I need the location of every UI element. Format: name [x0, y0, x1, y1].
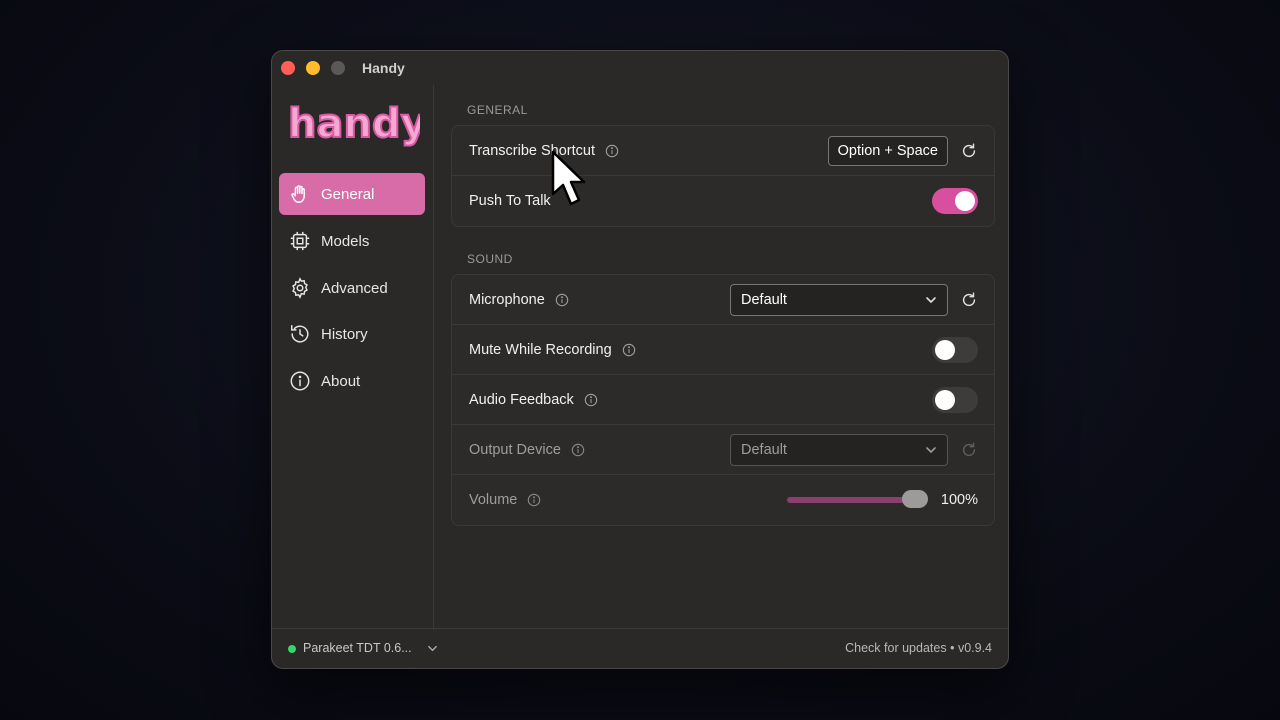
window-title: Handy: [362, 60, 405, 76]
audio-feedback-control: [932, 375, 978, 425]
setting-row-volume: Volume 100%: [452, 475, 994, 525]
microphone-select[interactable]: Default: [730, 284, 948, 316]
setting-row-transcribe-shortcut: Transcribe Shortcut Option + Space: [452, 126, 994, 176]
select-value: Default: [741, 292, 787, 308]
chevron-down-icon: [926, 297, 936, 304]
info-icon[interactable]: [584, 393, 598, 407]
audio-feedback-toggle[interactable]: [932, 387, 978, 413]
mute-while-recording-toggle[interactable]: [932, 337, 978, 363]
section-label-sound: SOUND: [467, 252, 513, 266]
footer-right: Check for updates • v0.9.4: [845, 641, 992, 655]
section-label-general: GENERAL: [467, 103, 528, 117]
select-value: Default: [741, 442, 787, 458]
output-device-select[interactable]: Default: [730, 434, 948, 466]
volume-slider[interactable]: [786, 490, 928, 508]
footer-separator: •: [950, 641, 955, 655]
setting-row-mute-while-recording: Mute While Recording: [452, 325, 994, 375]
setting-label: Output Device: [469, 441, 561, 458]
general-settings-card: Transcribe Shortcut Option + Space Push …: [451, 125, 995, 227]
push-to-talk-toggle[interactable]: [932, 188, 978, 214]
output-device-control: Default: [730, 425, 978, 475]
sidebar-item-label: Advanced: [321, 279, 388, 297]
setting-label: Volume: [469, 492, 518, 508]
gear-icon: [292, 277, 308, 299]
sidebar-item-advanced[interactable]: Advanced: [279, 267, 425, 309]
status-footer: Parakeet TDT 0.6... Check for updates • …: [272, 628, 1008, 668]
hand-icon: [291, 185, 305, 203]
app-logo: handy: [286, 99, 428, 149]
info-icon[interactable]: [605, 144, 619, 158]
reset-icon[interactable]: [960, 291, 978, 309]
shortcut-control: Option + Space: [827, 126, 978, 176]
setting-label: Mute While Recording: [469, 341, 612, 358]
volume-control: 100%: [786, 475, 978, 525]
svg-text:handy: handy: [288, 101, 420, 147]
microphone-control: Default: [730, 275, 978, 325]
setting-label: Microphone: [469, 291, 545, 308]
mute-while-recording-control: [932, 325, 978, 375]
setting-label: Push To Talk: [469, 193, 551, 209]
toggle-knob: [935, 390, 955, 410]
sound-settings-card: Microphone Default Mute While Recording: [451, 274, 995, 526]
chip-icon: [290, 231, 310, 251]
sidebar-item-about[interactable]: About: [279, 360, 425, 402]
setting-label: Audio Feedback: [469, 391, 574, 408]
close-window-button[interactable]: [281, 61, 295, 75]
sidebar-item-label: History: [321, 325, 368, 343]
app-window: Handy handy General Models Advanced Hist…: [271, 50, 1009, 669]
setting-row-audio-feedback: Audio Feedback: [452, 375, 994, 425]
model-status-dot: [288, 645, 296, 653]
volume-slider-thumb[interactable]: [901, 490, 928, 508]
info-icon[interactable]: [555, 293, 569, 307]
active-model-selector[interactable]: Parakeet TDT 0.6...: [303, 641, 412, 655]
info-icon[interactable]: [527, 493, 541, 507]
handy-logo-icon: handy: [287, 100, 428, 148]
toggle-knob: [935, 340, 955, 360]
info-icon[interactable]: [622, 343, 636, 357]
sidebar-item-history[interactable]: History: [279, 313, 425, 355]
toggle-knob: [955, 191, 975, 211]
push-to-talk-control: [932, 176, 978, 226]
setting-row-microphone: Microphone Default: [452, 275, 994, 325]
chevron-down-icon[interactable]: [427, 643, 438, 654]
sidebar: handy General Models Advanced History Ab…: [272, 85, 434, 630]
chevron-down-icon: [926, 447, 936, 454]
history-icon: [291, 325, 309, 343]
app-version: v0.9.4: [957, 641, 992, 655]
check-for-updates-link[interactable]: Check for updates: [845, 641, 946, 655]
setting-row-output-device: Output Device Default: [452, 425, 994, 475]
info-icon: [290, 371, 310, 391]
sidebar-item-label: About: [321, 372, 361, 390]
reset-icon[interactable]: [960, 441, 978, 459]
sidebar-item-label: Models: [321, 232, 370, 250]
info-icon[interactable]: [571, 443, 585, 457]
setting-row-push-to-talk: Push To Talk: [452, 176, 994, 226]
minimize-window-button[interactable]: [306, 61, 320, 75]
sidebar-item-models[interactable]: Models: [279, 220, 425, 262]
maximize-window-button[interactable]: [331, 61, 345, 75]
shortcut-button[interactable]: Option + Space: [827, 136, 948, 166]
setting-label: Transcribe Shortcut: [469, 142, 595, 159]
sidebar-item-label: General: [321, 185, 375, 203]
title-bar: Handy: [272, 51, 1008, 85]
sidebar-item-general[interactable]: General: [279, 173, 425, 215]
volume-value: 100%: [940, 492, 978, 508]
reset-icon[interactable]: [960, 142, 978, 160]
